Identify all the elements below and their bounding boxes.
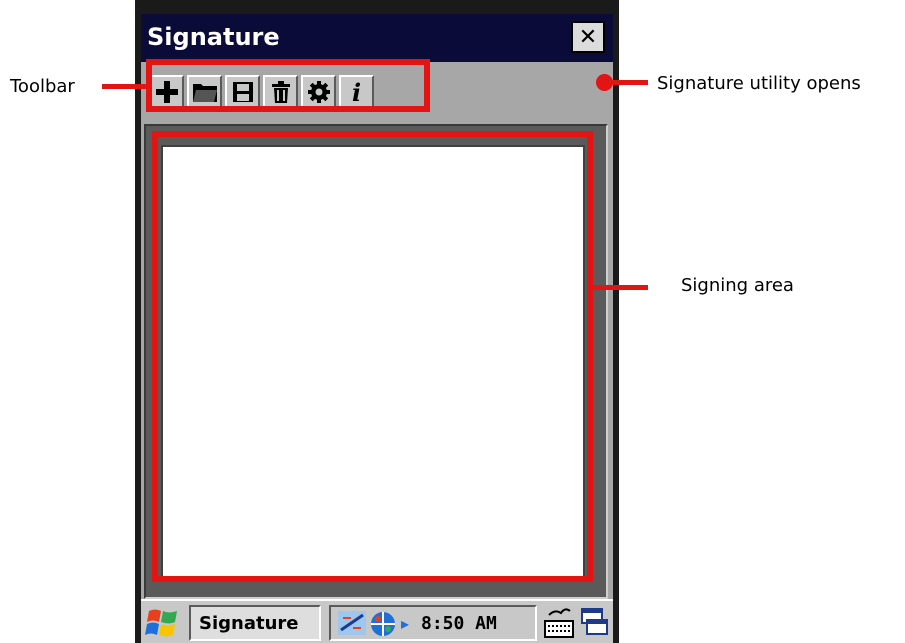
toolbar-callout: Toolbar <box>10 76 75 97</box>
window-switch-icon[interactable] <box>579 605 609 639</box>
signing-area-callout: Signing area <box>681 275 794 296</box>
title-bar: Signature ✕ <box>141 14 613 62</box>
signing-area-highlight <box>152 131 593 582</box>
tray-arrow-icon[interactable]: ▸ <box>401 614 409 633</box>
signing-area-pointer <box>592 285 648 290</box>
task-button-signature[interactable]: Signature <box>189 605 321 641</box>
connectivity-icon[interactable] <box>337 610 367 636</box>
utility-callout: Signature utility opens <box>657 73 861 94</box>
utility-pointer <box>606 80 648 85</box>
clock[interactable]: 8:50 AM <box>421 613 497 634</box>
task-button-label: Signature <box>199 612 299 634</box>
window-title: Signature <box>147 23 280 51</box>
close-button[interactable]: ✕ <box>571 21 605 53</box>
start-flag-icon[interactable] <box>145 607 181 639</box>
system-tray: ▸ 8:50 AM <box>329 605 537 641</box>
taskbar: Signature ▸ 8:50 AM <box>141 599 613 643</box>
network-globe-icon[interactable] <box>369 610 397 638</box>
close-icon: ✕ <box>578 24 598 50</box>
keyboard-icon[interactable] <box>543 605 575 639</box>
toolbar-pointer <box>102 84 148 89</box>
toolbar-highlight <box>146 59 430 112</box>
